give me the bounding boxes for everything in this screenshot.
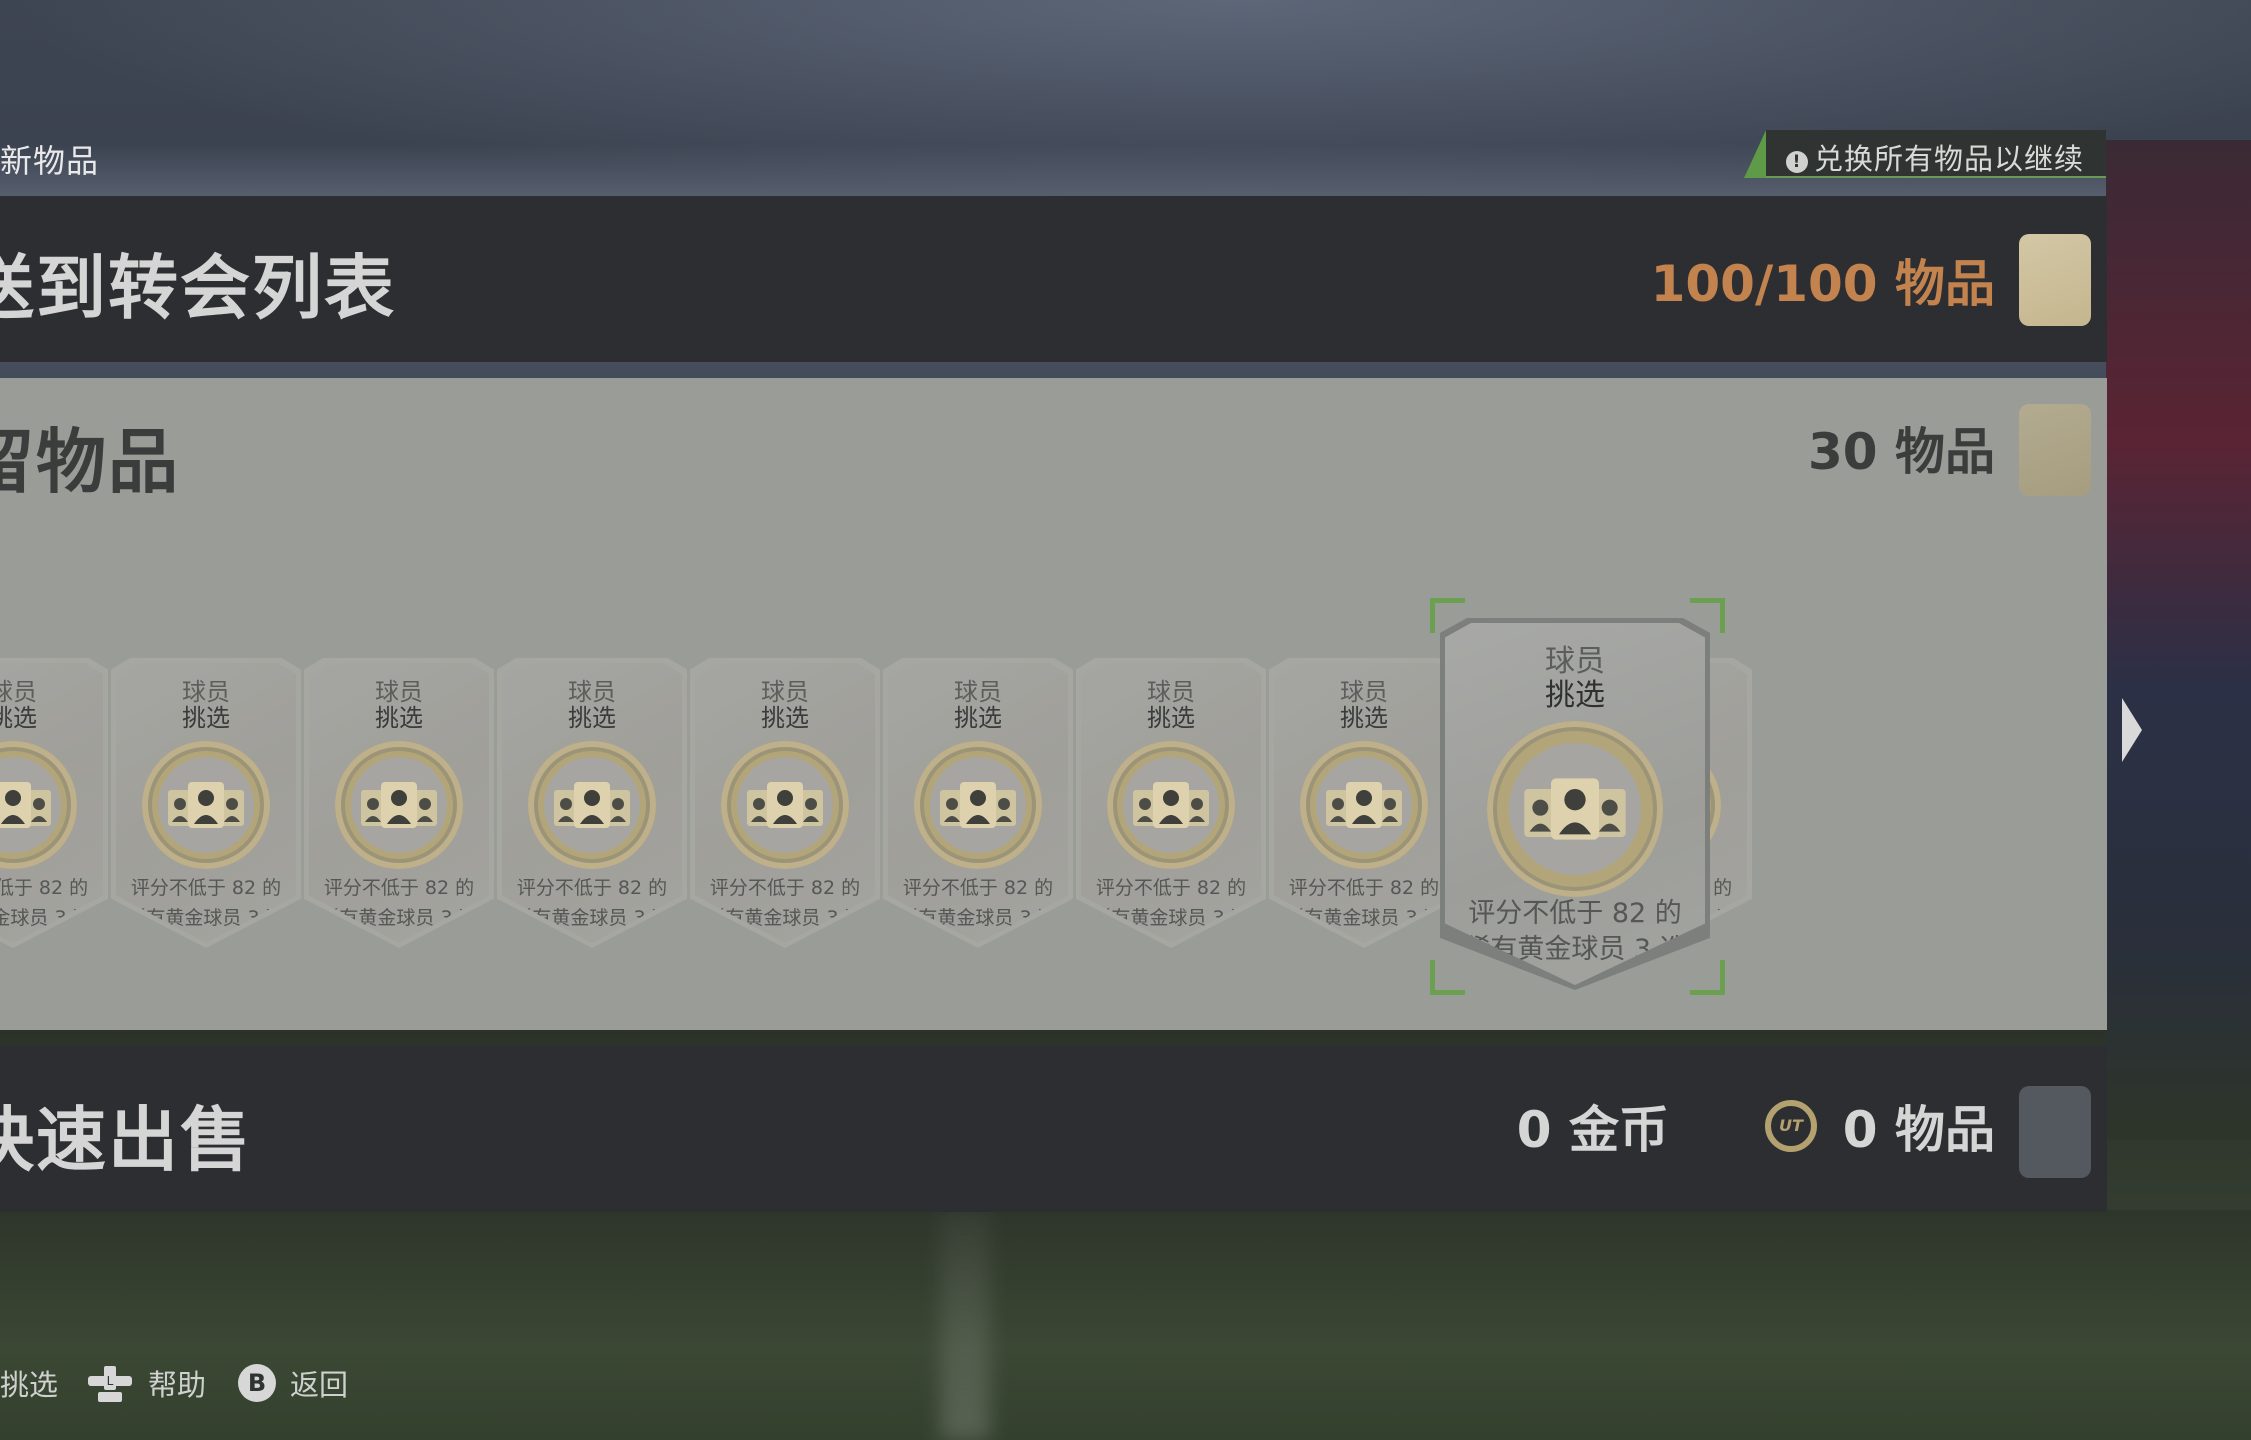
section-title-quicksell: 快速出售 <box>0 1099 252 1181</box>
card-description-1: 评分不低于 82 的 <box>1468 898 1682 929</box>
item-stack-icon <box>2019 234 2091 326</box>
card-face: 球员挑选评分不低于 82 的稀有黄金球员 3 选 <box>1274 663 1454 943</box>
card-type-label-2: 挑选 <box>761 704 809 732</box>
selection-corner-tr <box>1690 598 1725 633</box>
pack-card[interactable]: 球员挑选评分不低于 82 的稀有黄金球员 3 选 <box>1269 658 1459 948</box>
players-icon <box>0 778 55 832</box>
card-face: 球员挑选评分不低于 82 的稀有黄金球员 3 选 <box>0 663 103 943</box>
card-face: 球员挑选评分不低于 82 的稀有黄金球员 3 选 <box>1081 663 1261 943</box>
players-icon <box>1519 773 1631 845</box>
quicksell-coins: 0 金币 <box>1516 1101 1669 1159</box>
section-quicksell[interactable]: 快速出售 0 金币 UT 0 物品 <box>0 1046 2107 1212</box>
pack-card[interactable]: 球员挑选评分不低于 82 的稀有黄金球员 3 选 <box>304 658 494 948</box>
selection-corner-tl <box>1430 598 1465 633</box>
player-pick-badge-icon <box>142 741 270 869</box>
transfer-count: 100/100 物品 <box>1650 255 1995 313</box>
pack-card[interactable]: 球员挑选评分不低于 82 的稀有黄金球员 3 选 <box>690 658 880 948</box>
card-description-1: 评分不低于 82 的 <box>130 877 282 899</box>
card-type-label-2: 挑选 <box>0 704 37 732</box>
card-type-label-2: 挑选 <box>1545 678 1605 713</box>
hint-back[interactable]: 返回 <box>290 1362 348 1404</box>
card-description-1: 评分不低于 82 的 <box>0 877 89 899</box>
notice-text-wrap: ! 兑换所有物品以继续 <box>1786 136 2084 178</box>
pack-card[interactable]: 球员挑选评分不低于 82 的稀有黄金球员 3 选 <box>111 658 301 948</box>
section-title-transfer: 送到转会列表 <box>0 247 396 329</box>
player-pick-badge-icon <box>0 741 77 869</box>
card-type-label: 球员 <box>1545 644 1605 679</box>
card-description-1: 评分不低于 82 的 <box>1095 877 1247 899</box>
ut-coin-icon: UT <box>1765 1100 1817 1152</box>
card-description-1: 评分不低于 82 的 <box>516 877 668 899</box>
exclamation-icon: ! <box>1786 151 1808 173</box>
card-type-label-2: 挑选 <box>568 704 616 732</box>
section-transfer-list[interactable]: 送到转会列表 100/100 物品 <box>0 196 2107 362</box>
chevron-right-icon[interactable] <box>2122 698 2142 762</box>
pitch-background <box>0 1210 2251 1440</box>
player-pick-badge-icon <box>335 741 463 869</box>
card-face: 球员挑选评分不低于 82 的稀有黄金球员 3 选 <box>309 663 489 943</box>
card-description-1: 评分不低于 82 的 <box>709 877 861 899</box>
card-face: 球员挑选评分不低于 82 的稀有黄金球员 3 选 <box>1445 623 1705 985</box>
card-type-label-2: 挑选 <box>375 704 423 732</box>
card-face: 球员挑选评分不低于 82 的稀有黄金球员 3 选 <box>502 663 682 943</box>
selection-corner-br <box>1690 960 1725 995</box>
players-icon <box>743 778 827 832</box>
hint-select[interactable]: 挑选 <box>0 1362 58 1404</box>
card-type-label: 球员 <box>1147 678 1195 706</box>
card-type-label: 球员 <box>182 678 230 706</box>
selection-corner-bl <box>1430 960 1465 995</box>
pack-card[interactable]: 球员挑选评分不低于 82 的稀有黄金球员 3 选 <box>1076 658 1266 948</box>
hint-help[interactable]: 帮助 <box>148 1362 206 1404</box>
players-icon <box>1322 778 1406 832</box>
card-description-1: 评分不低于 82 的 <box>902 877 1054 899</box>
card-face: 球员挑选评分不低于 82 的稀有黄金球员 3 选 <box>888 663 1068 943</box>
card-type-label-2: 挑选 <box>1147 704 1195 732</box>
left-stick-icon: L <box>88 1366 132 1402</box>
card-face: 球员挑选评分不低于 82 的稀有黄金球员 3 选 <box>695 663 875 943</box>
card-type-label: 球员 <box>0 678 37 706</box>
player-pick-badge-icon <box>1300 741 1428 869</box>
pack-card[interactable]: 球员挑选评分不低于 82 的稀有黄金球员 3 选 <box>0 658 108 948</box>
quicksell-count: 0 物品 <box>1842 1101 1995 1159</box>
card-type-label-2: 挑选 <box>182 704 230 732</box>
item-stack-icon <box>2019 404 2091 496</box>
player-pick-badge-icon <box>914 741 1042 869</box>
pack-card-selected[interactable]: 球员 挑选 评分不低于 82 的稀有黄金球员 3 选 <box>1440 618 1710 990</box>
b-button-icon: B <box>238 1364 276 1402</box>
page-title: 新物品 <box>0 142 100 180</box>
card-face: 球员挑选评分不低于 82 的稀有黄金球员 3 选 <box>116 663 296 943</box>
card-type-label-2: 挑选 <box>954 704 1002 732</box>
players-icon <box>1129 778 1213 832</box>
crowd-background <box>2106 140 2251 1140</box>
card-description-1: 评分不低于 82 的 <box>1288 877 1440 899</box>
card-type-label: 球员 <box>954 678 1002 706</box>
card-type-label: 球员 <box>568 678 616 706</box>
card-type-label: 球员 <box>1340 678 1388 706</box>
card-type-label: 球员 <box>375 678 423 706</box>
pack-card[interactable]: 球员挑选评分不低于 82 的稀有黄金球员 3 选 <box>883 658 1073 948</box>
pack-card[interactable]: 球员挑选评分不低于 82 的稀有黄金球员 3 选 <box>497 658 687 948</box>
players-icon <box>936 778 1020 832</box>
player-pick-badge-icon <box>721 741 849 869</box>
player-pick-badge-icon <box>528 741 656 869</box>
players-icon <box>357 778 441 832</box>
item-stack-icon <box>2019 1086 2091 1178</box>
notice-label: 兑换所有物品以继续 <box>1814 142 2085 176</box>
card-description-1: 评分不低于 82 的 <box>323 877 475 899</box>
svg-text:L: L <box>107 1374 114 1388</box>
player-pick-badge-icon <box>1487 721 1663 897</box>
card-type-label-2: 挑选 <box>1340 704 1388 732</box>
keep-count: 30 物品 <box>1808 423 1995 481</box>
pitch-line <box>940 1210 990 1440</box>
pack-screen: 新物品 ! 兑换所有物品以继续 送到转会列表 100/100 物品 留物品 30 … <box>0 0 2251 1440</box>
card-type-label: 球员 <box>761 678 809 706</box>
section-title-keep: 留物品 <box>0 421 180 503</box>
players-icon <box>550 778 634 832</box>
players-icon <box>164 778 248 832</box>
player-pick-badge-icon <box>1107 741 1235 869</box>
